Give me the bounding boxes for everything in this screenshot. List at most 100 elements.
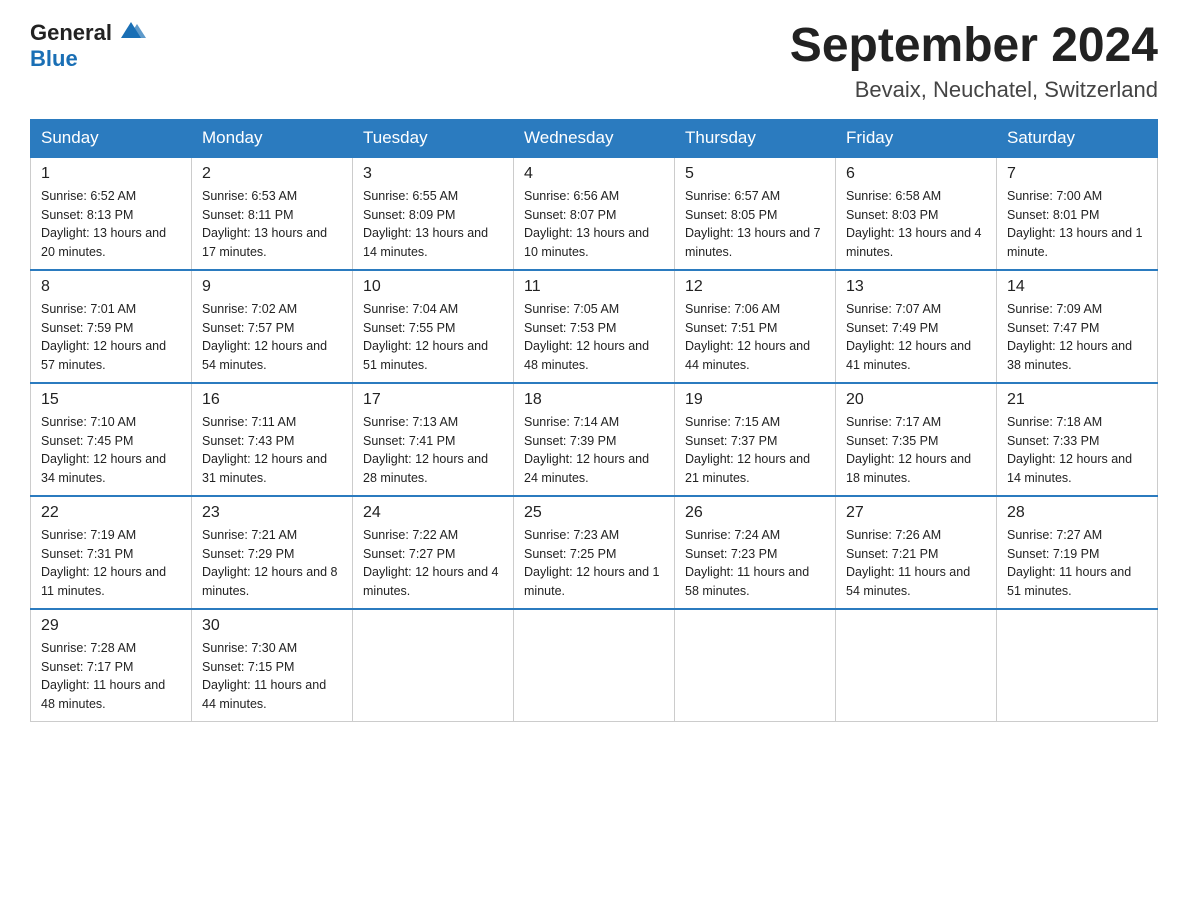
calendar-cell: 5 Sunrise: 6:57 AMSunset: 8:05 PMDayligh… [675, 157, 836, 270]
calendar-cell: 1 Sunrise: 6:52 AMSunset: 8:13 PMDayligh… [31, 157, 192, 270]
day-info: Sunrise: 7:11 AMSunset: 7:43 PMDaylight:… [202, 415, 327, 485]
day-info: Sunrise: 7:10 AMSunset: 7:45 PMDaylight:… [41, 415, 166, 485]
day-number: 18 [524, 391, 664, 409]
day-number: 26 [685, 504, 825, 522]
day-info: Sunrise: 7:22 AMSunset: 7:27 PMDaylight:… [363, 528, 499, 598]
day-number: 15 [41, 391, 181, 409]
day-info: Sunrise: 7:07 AMSunset: 7:49 PMDaylight:… [846, 302, 971, 372]
calendar-subtitle: Bevaix, Neuchatel, Switzerland [790, 77, 1158, 103]
calendar-cell: 13 Sunrise: 7:07 AMSunset: 7:49 PMDaylig… [836, 270, 997, 383]
day-info: Sunrise: 7:21 AMSunset: 7:29 PMDaylight:… [202, 528, 338, 598]
calendar-cell [836, 609, 997, 722]
day-number: 23 [202, 504, 342, 522]
day-number: 3 [363, 165, 503, 183]
day-info: Sunrise: 7:04 AMSunset: 7:55 PMDaylight:… [363, 302, 488, 372]
day-info: Sunrise: 6:52 AMSunset: 8:13 PMDaylight:… [41, 189, 166, 259]
day-number: 24 [363, 504, 503, 522]
day-info: Sunrise: 7:17 AMSunset: 7:35 PMDaylight:… [846, 415, 971, 485]
logo-text-blue: Blue [30, 46, 78, 71]
day-number: 22 [41, 504, 181, 522]
day-number: 25 [524, 504, 664, 522]
calendar-cell: 10 Sunrise: 7:04 AMSunset: 7:55 PMDaylig… [353, 270, 514, 383]
logo-text-general: General [30, 20, 112, 46]
calendar-cell: 19 Sunrise: 7:15 AMSunset: 7:37 PMDaylig… [675, 383, 836, 496]
day-number: 8 [41, 278, 181, 296]
weekday-header-friday: Friday [836, 119, 997, 157]
page-header: General Blue September 2024 Bevaix, Neuc… [30, 20, 1158, 103]
calendar-cell: 14 Sunrise: 7:09 AMSunset: 7:47 PMDaylig… [997, 270, 1158, 383]
calendar-cell: 21 Sunrise: 7:18 AMSunset: 7:33 PMDaylig… [997, 383, 1158, 496]
weekday-header-wednesday: Wednesday [514, 119, 675, 157]
calendar-title: September 2024 [790, 20, 1158, 73]
calendar-cell: 20 Sunrise: 7:17 AMSunset: 7:35 PMDaylig… [836, 383, 997, 496]
calendar-cell: 8 Sunrise: 7:01 AMSunset: 7:59 PMDayligh… [31, 270, 192, 383]
day-number: 9 [202, 278, 342, 296]
day-info: Sunrise: 7:05 AMSunset: 7:53 PMDaylight:… [524, 302, 649, 372]
calendar-cell: 17 Sunrise: 7:13 AMSunset: 7:41 PMDaylig… [353, 383, 514, 496]
weekday-header-thursday: Thursday [675, 119, 836, 157]
calendar-cell: 15 Sunrise: 7:10 AMSunset: 7:45 PMDaylig… [31, 383, 192, 496]
day-info: Sunrise: 7:00 AMSunset: 8:01 PMDaylight:… [1007, 189, 1143, 259]
calendar-cell: 6 Sunrise: 6:58 AMSunset: 8:03 PMDayligh… [836, 157, 997, 270]
calendar-cell: 2 Sunrise: 6:53 AMSunset: 8:11 PMDayligh… [192, 157, 353, 270]
day-info: Sunrise: 6:55 AMSunset: 8:09 PMDaylight:… [363, 189, 488, 259]
day-number: 13 [846, 278, 986, 296]
day-info: Sunrise: 6:56 AMSunset: 8:07 PMDaylight:… [524, 189, 649, 259]
day-number: 28 [1007, 504, 1147, 522]
day-info: Sunrise: 7:18 AMSunset: 7:33 PMDaylight:… [1007, 415, 1132, 485]
day-info: Sunrise: 7:30 AMSunset: 7:15 PMDaylight:… [202, 641, 326, 711]
calendar-cell: 29 Sunrise: 7:28 AMSunset: 7:17 PMDaylig… [31, 609, 192, 722]
weekday-header-monday: Monday [192, 119, 353, 157]
calendar-cell: 11 Sunrise: 7:05 AMSunset: 7:53 PMDaylig… [514, 270, 675, 383]
calendar-cell: 9 Sunrise: 7:02 AMSunset: 7:57 PMDayligh… [192, 270, 353, 383]
day-info: Sunrise: 7:28 AMSunset: 7:17 PMDaylight:… [41, 641, 165, 711]
calendar-cell: 30 Sunrise: 7:30 AMSunset: 7:15 PMDaylig… [192, 609, 353, 722]
day-info: Sunrise: 7:27 AMSunset: 7:19 PMDaylight:… [1007, 528, 1131, 598]
day-number: 10 [363, 278, 503, 296]
calendar-cell [997, 609, 1158, 722]
week-row-4: 22 Sunrise: 7:19 AMSunset: 7:31 PMDaylig… [31, 496, 1158, 609]
day-number: 12 [685, 278, 825, 296]
calendar-cell: 16 Sunrise: 7:11 AMSunset: 7:43 PMDaylig… [192, 383, 353, 496]
calendar-cell: 4 Sunrise: 6:56 AMSunset: 8:07 PMDayligh… [514, 157, 675, 270]
calendar-cell: 3 Sunrise: 6:55 AMSunset: 8:09 PMDayligh… [353, 157, 514, 270]
weekday-header-sunday: Sunday [31, 119, 192, 157]
day-number: 27 [846, 504, 986, 522]
calendar-cell: 28 Sunrise: 7:27 AMSunset: 7:19 PMDaylig… [997, 496, 1158, 609]
day-info: Sunrise: 6:53 AMSunset: 8:11 PMDaylight:… [202, 189, 327, 259]
week-row-1: 1 Sunrise: 6:52 AMSunset: 8:13 PMDayligh… [31, 157, 1158, 270]
day-info: Sunrise: 7:26 AMSunset: 7:21 PMDaylight:… [846, 528, 970, 598]
calendar-cell: 27 Sunrise: 7:26 AMSunset: 7:21 PMDaylig… [836, 496, 997, 609]
calendar-cell: 24 Sunrise: 7:22 AMSunset: 7:27 PMDaylig… [353, 496, 514, 609]
day-number: 29 [41, 617, 181, 635]
week-row-5: 29 Sunrise: 7:28 AMSunset: 7:17 PMDaylig… [31, 609, 1158, 722]
day-number: 21 [1007, 391, 1147, 409]
day-number: 4 [524, 165, 664, 183]
week-row-3: 15 Sunrise: 7:10 AMSunset: 7:45 PMDaylig… [31, 383, 1158, 496]
day-info: Sunrise: 7:01 AMSunset: 7:59 PMDaylight:… [41, 302, 166, 372]
calendar-cell [514, 609, 675, 722]
day-info: Sunrise: 7:19 AMSunset: 7:31 PMDaylight:… [41, 528, 166, 598]
day-info: Sunrise: 7:15 AMSunset: 7:37 PMDaylight:… [685, 415, 810, 485]
day-number: 11 [524, 278, 664, 296]
calendar-cell: 23 Sunrise: 7:21 AMSunset: 7:29 PMDaylig… [192, 496, 353, 609]
calendar-cell [675, 609, 836, 722]
day-number: 5 [685, 165, 825, 183]
day-info: Sunrise: 7:14 AMSunset: 7:39 PMDaylight:… [524, 415, 649, 485]
day-number: 7 [1007, 165, 1147, 183]
calendar-table: SundayMondayTuesdayWednesdayThursdayFrid… [30, 119, 1158, 722]
calendar-cell: 7 Sunrise: 7:00 AMSunset: 8:01 PMDayligh… [997, 157, 1158, 270]
day-info: Sunrise: 6:57 AMSunset: 8:05 PMDaylight:… [685, 189, 821, 259]
logo-icon [116, 18, 146, 44]
day-info: Sunrise: 6:58 AMSunset: 8:03 PMDaylight:… [846, 189, 982, 259]
weekday-header-saturday: Saturday [997, 119, 1158, 157]
calendar-cell: 22 Sunrise: 7:19 AMSunset: 7:31 PMDaylig… [31, 496, 192, 609]
day-info: Sunrise: 7:02 AMSunset: 7:57 PMDaylight:… [202, 302, 327, 372]
day-number: 30 [202, 617, 342, 635]
day-number: 6 [846, 165, 986, 183]
day-info: Sunrise: 7:06 AMSunset: 7:51 PMDaylight:… [685, 302, 810, 372]
week-row-2: 8 Sunrise: 7:01 AMSunset: 7:59 PMDayligh… [31, 270, 1158, 383]
calendar-cell: 18 Sunrise: 7:14 AMSunset: 7:39 PMDaylig… [514, 383, 675, 496]
day-info: Sunrise: 7:13 AMSunset: 7:41 PMDaylight:… [363, 415, 488, 485]
weekday-header-tuesday: Tuesday [353, 119, 514, 157]
